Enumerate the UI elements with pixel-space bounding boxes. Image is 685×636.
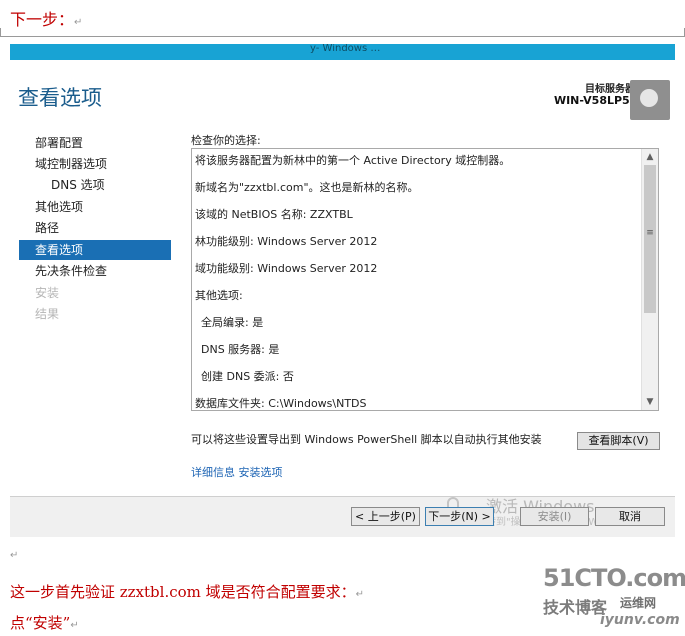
document-heading: 下一步：↵ [10,10,83,29]
review-line: 域功能级别: Windows Server 2012 [195,262,378,275]
review-textbox[interactable]: 将该服务器配置为新林中的第一个 Active Directory 域控制器。 新… [191,148,659,411]
window-title: y- Windows … [310,44,381,54]
review-line: 数据库文件夹: C:\Windows\NTDS [195,397,367,410]
scroll-up-arrow-icon[interactable]: ▲ [642,149,658,165]
sidebar-item-paths[interactable]: 路径 [19,218,171,238]
margin-corner-right [676,28,685,37]
user-icon [640,89,658,107]
brand-logo-51cto: 51CTO.com [543,564,685,592]
export-description: 可以将这些设置导出到 Windows PowerShell 脚本以自动执行其他安… [191,433,542,446]
sidebar-item-install: 安装 [35,286,60,300]
previous-button[interactable]: < 上一步(P) [351,507,420,526]
scroll-grip-icon: ≡ [646,228,654,238]
brand-subtitle: 技术博客 [543,598,608,617]
scroll-down-arrow-icon[interactable]: ▼ [642,394,658,410]
cancel-button[interactable]: 取消 [595,507,665,526]
sidebar-item-deployment[interactable]: 部署配置 [19,133,171,153]
sidebar-item-other-options[interactable]: 其他选项 [19,197,171,217]
review-line: 该域的 NetBIOS 名称: ZZXTBL [195,208,353,221]
vertical-scrollbar[interactable]: ▲ ≡ ▼ [641,149,658,410]
review-label: 检查你的选择: [191,134,261,147]
document-paragraph: 点“安装”↵ [10,614,79,632]
page-margin-line [8,36,678,37]
review-line: 新域名为"zzxtbl.com"。这也是新林的名称。 [195,181,419,194]
review-line: 创建 DNS 委派: 否 [201,370,294,383]
title-bar: y- Windows … [10,44,675,60]
wizard-footer: 激活 Windows 转到"操作中心"以激活 Windows < 上一步(P) … [10,497,675,537]
install-button[interactable]: 安装(I) [520,507,589,526]
review-line: DNS 服务器: 是 [201,343,280,356]
sidebar-item-results: 结果 [35,307,60,321]
empty-paragraph-mark: ↵ [10,550,19,561]
brand-yunwei: 运维网 [620,596,657,610]
page-title: 查看选项 [18,86,102,110]
sidebar-item-dc-options[interactable]: 域控制器选项 [19,154,171,174]
more-info-link[interactable]: 详细信息 安装选项 [191,464,283,480]
wizard-window: y- Windows … 查看选项 目标服务器 WIN-V58LP5SC38 部… [10,44,675,537]
next-button[interactable]: 下一步(N) > [425,507,494,526]
margin-corner-left [0,28,9,37]
scroll-thumb[interactable]: ≡ [644,165,656,313]
brand-url: iyunv.com [600,612,680,628]
target-server-label: 目标服务器 [585,84,635,95]
review-line: 其他选项: [195,289,243,302]
review-line: 全局编录: 是 [201,316,264,329]
review-line: 林功能级别: Windows Server 2012 [195,235,378,248]
sidebar-item-prereq[interactable]: 先决条件检查 [19,261,171,281]
sidebar-item-dns-options[interactable]: DNS 选项 [19,175,171,195]
review-line: 将该服务器配置为新林中的第一个 Active Directory 域控制器。 [195,154,511,167]
user-avatar-button[interactable] [630,80,670,120]
document-paragraph: 这一步首先验证 zzxtbl.com 域是否符合配置要求：↵ [10,583,365,601]
sidebar-item-review[interactable]: 查看选项 [19,240,171,260]
view-script-button[interactable]: 查看脚本(V) [577,432,660,450]
